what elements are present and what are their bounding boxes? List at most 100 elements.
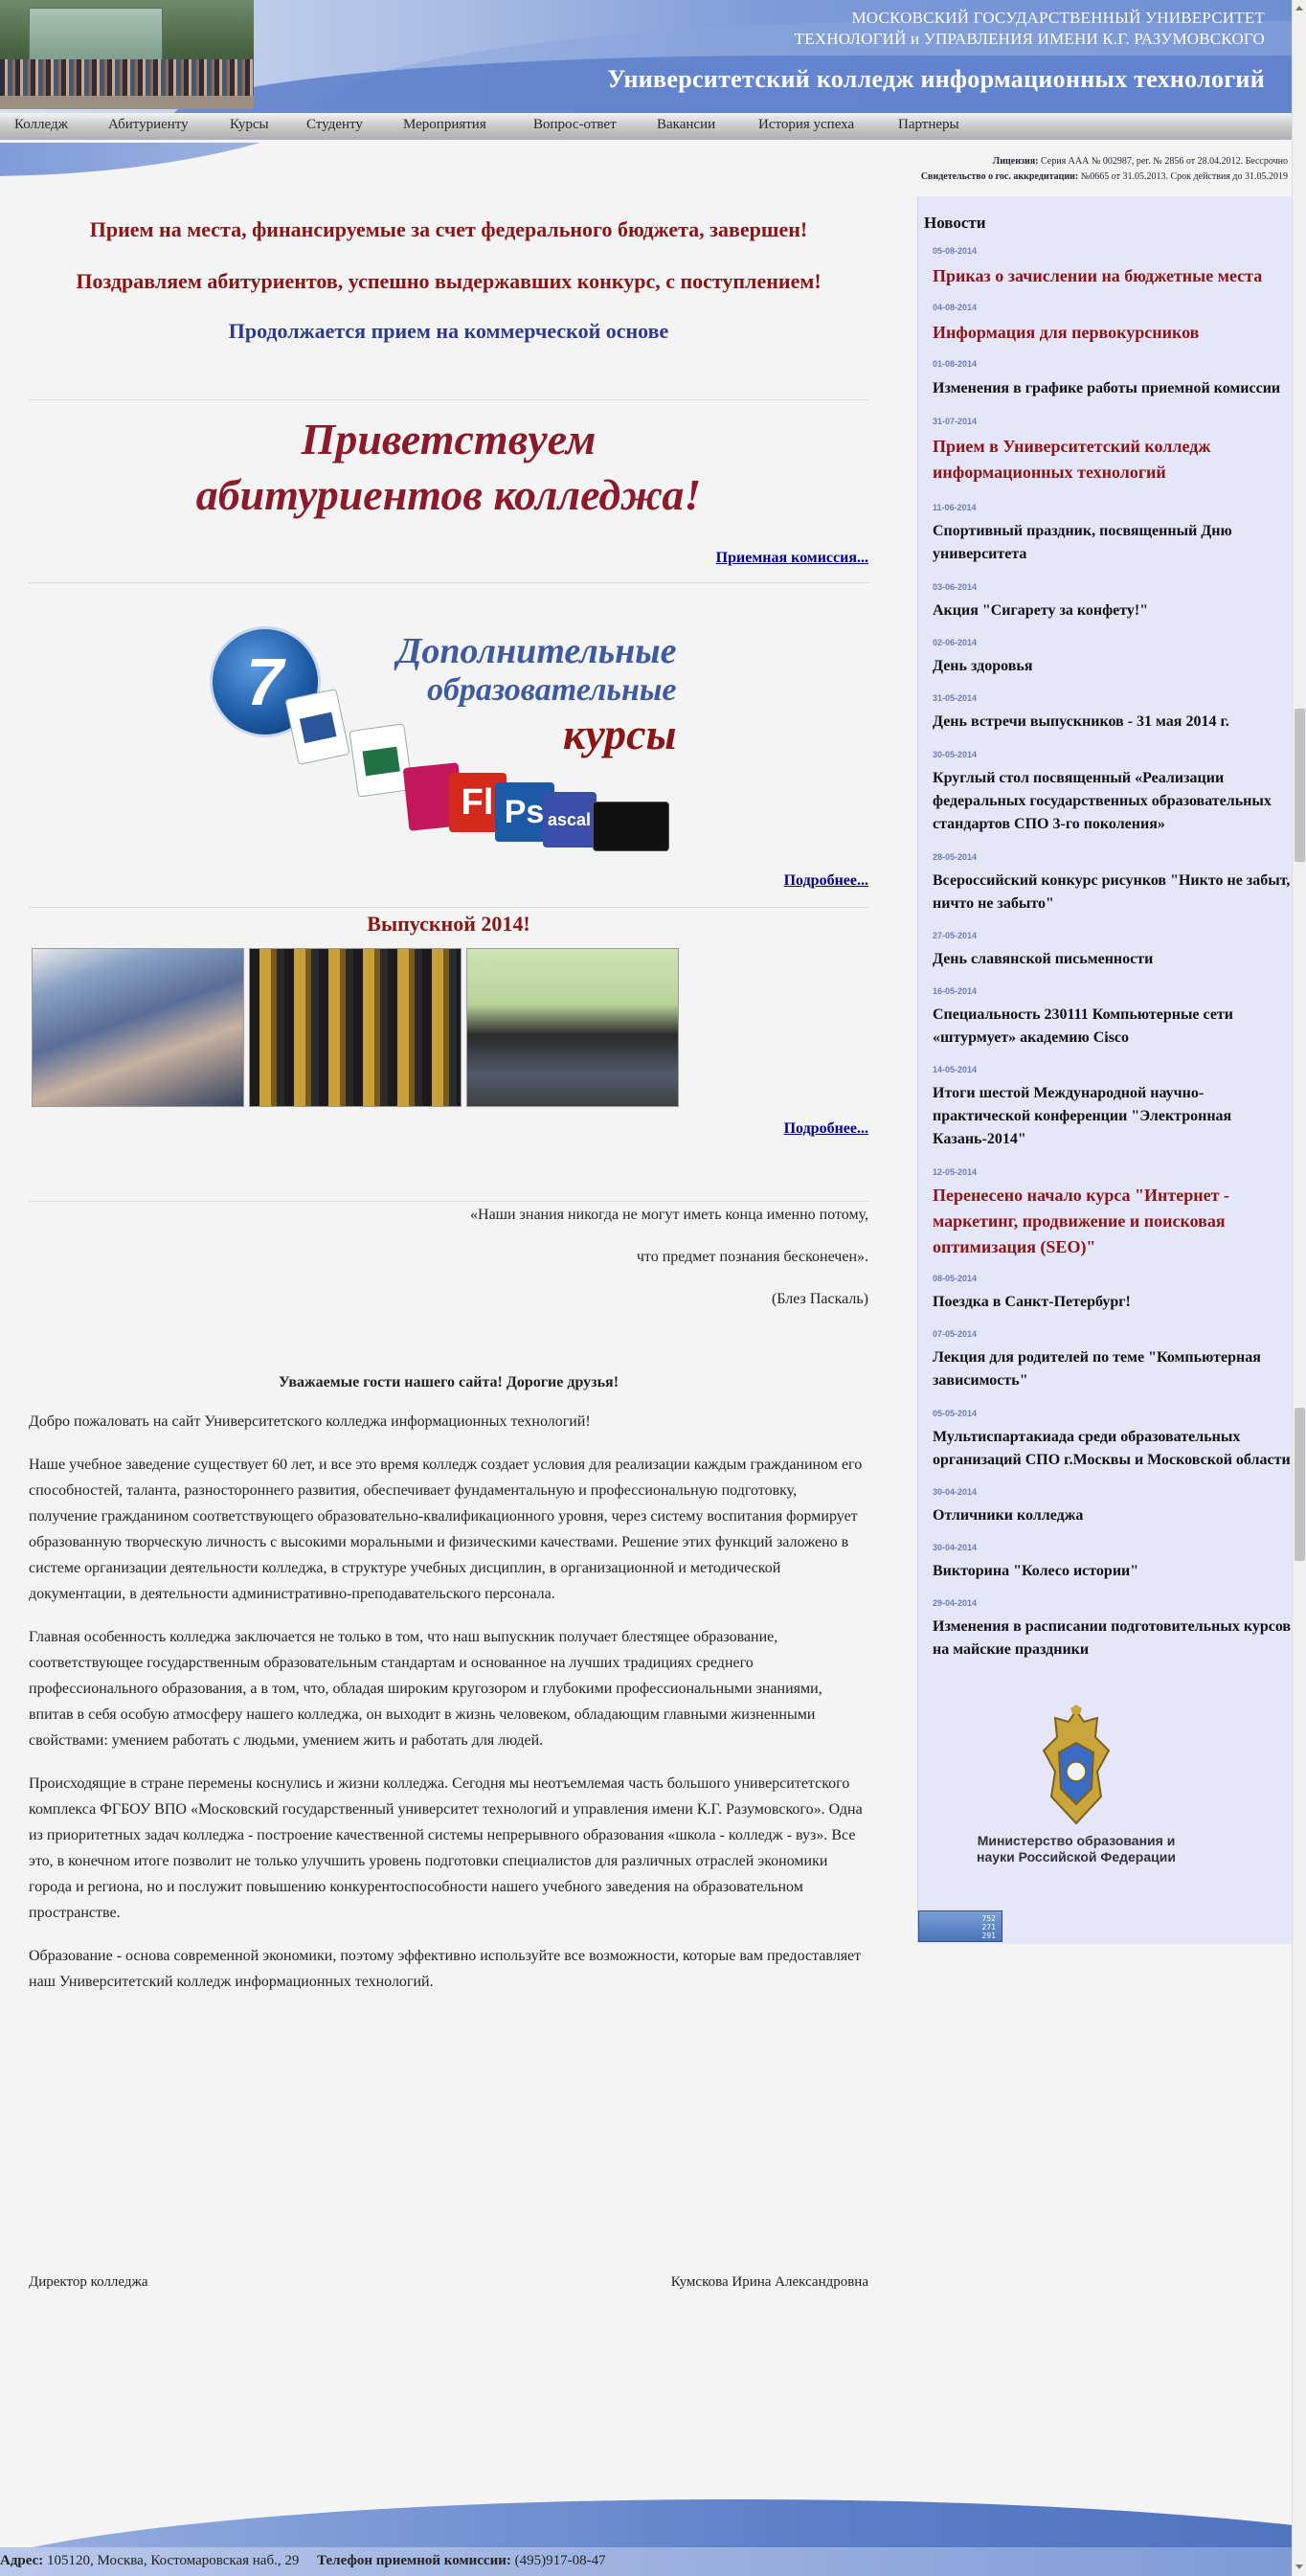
news-item[interactable]: Прием в Университетский колледж информац… [933, 434, 1293, 486]
news-date: 08-05-2014 [933, 1274, 978, 1283]
coat-of-arms-icon [1040, 1705, 1113, 1829]
graduation-photo[interactable] [249, 948, 462, 1107]
graduation-more-link[interactable]: Подробнее... [29, 1120, 868, 1138]
university-name-line2: ТЕХНОЛОГИЙ и УПРАВЛЕНИЯ ИМЕНИ К.Г. РАЗУМ… [794, 30, 1265, 48]
menu-item-students[interactable]: Студенту [306, 117, 363, 133]
coat-of-arms-icon [1042, 1705, 1111, 1825]
scroll-up-arrow[interactable] [1295, 6, 1303, 11]
counter-value: 271 [981, 1923, 996, 1932]
graduation-photo[interactable] [466, 948, 679, 1107]
divider [29, 907, 868, 908]
courses-banner[interactable]: 7 Дополнительные образовательные курсы F… [209, 621, 688, 861]
header-photo [0, 0, 254, 109]
welcome-heading: Уважаемые гости нашего сайта! Дорогие др… [278, 1374, 619, 1390]
visitor-counter[interactable]: 752 271 291 [918, 1910, 1002, 1942]
word-doc-icon [283, 689, 350, 765]
menu-item-college[interactable]: Колледж [14, 117, 68, 133]
footer-contacts: Адрес: 105120, Москва, Костомаровская на… [0, 2553, 606, 2569]
news-date: 11-06-2014 [933, 503, 977, 512]
divider [29, 399, 868, 400]
university-name-line1: МОСКОВСКИЙ ГОСУДАРСТВЕННЫЙ УНИВЕРСИТЕТ [851, 9, 1265, 27]
director-label: Директор колледжа [29, 2274, 148, 2290]
budget-admission-closed: Прием на места, финансируемые за счет фе… [89, 217, 808, 241]
scroll-thumb[interactable] [1295, 709, 1305, 862]
courses-banner-line2: образовательные [426, 672, 677, 708]
news-item[interactable]: Лекция для родителей по теме "Компьютерн… [933, 1346, 1293, 1392]
news-item[interactable]: Отличники колледжа [933, 1504, 1293, 1527]
congratulations: Поздравляем абитуриентов, успешно выдерж… [76, 269, 822, 293]
university-name: МОСКОВСКИЙ ГОСУДАРСТВЕННЫЙ УНИВЕРСИТЕТ Т… [795, 8, 1265, 50]
news-date: 07-05-2014 [933, 1329, 978, 1339]
news-item[interactable]: Викторина "Колесо истории" [933, 1560, 1293, 1583]
news-item[interactable]: Акция "Сигарету за конфету!" [933, 599, 1293, 622]
main-content: Прием на места, финансируемые за счет фе… [29, 196, 868, 2012]
menu-item-faq[interactable]: Вопрос-ответ [533, 117, 617, 133]
license-label: Лицензия: [992, 156, 1039, 167]
news-date: 02-06-2014 [933, 638, 978, 647]
ministry-banner[interactable]: Министерство образования и науки Российс… [957, 1705, 1196, 1865]
news-date: 27-05-2014 [933, 931, 978, 940]
news-item[interactable]: Приказ о зачислении на бюджетные места [933, 263, 1293, 289]
greeting-line2: абитуриентов колледжа! [195, 470, 702, 519]
scroll-thumb[interactable] [1295, 1408, 1305, 1561]
commercial-admission: Продолжается прием на коммерческой основ… [228, 319, 669, 343]
news-item[interactable]: Изменения в расписании подготовительных … [933, 1616, 1293, 1661]
menu-item-vacancies[interactable]: Вакансии [657, 117, 715, 133]
news-item[interactable]: Круглый стол посвященный «Реализации фед… [933, 767, 1293, 836]
admissions-link[interactable]: Приемная комиссия... [29, 550, 868, 567]
microsoft-office-icon [592, 802, 669, 851]
courses-more-link[interactable]: Подробнее... [29, 872, 868, 890]
news-date: 04-08-2014 [933, 303, 978, 312]
photo-building [29, 8, 163, 60]
license-info: Лицензия: Серия ААА № 002987, рег. № 285… [921, 154, 1288, 181]
news-item[interactable]: День славянской письменности [933, 948, 1293, 971]
news-date: 01-08-2014 [933, 359, 978, 369]
menu-item-events[interactable]: Мероприятия [403, 117, 486, 133]
news-item[interactable]: Поездка в Санкт-Петербург! [933, 1291, 1293, 1314]
news-item[interactable]: Мультиспартакиада среди образовательных … [933, 1426, 1293, 1472]
news-date: 05-05-2014 [933, 1409, 978, 1418]
news-item[interactable]: Информация для первокурсников [933, 320, 1293, 346]
greeting-line1: Приветствуем [301, 415, 597, 463]
ministry-text: Министерство образования и науки Российс… [977, 1833, 1176, 1864]
phone-label: Телефон приемной комиссии: [317, 2553, 511, 2568]
menu-item-applicants[interactable]: Абитуриенту [108, 117, 189, 133]
graduation-photo[interactable] [32, 948, 244, 1107]
news-item[interactable]: Изменения в графике работы приемной коми… [933, 377, 1293, 400]
welcome-paragraph: Наше учебное заведение существует 60 лет… [29, 1457, 863, 1602]
scroll-down-arrow[interactable] [1295, 2565, 1303, 2569]
counter-value: 291 [981, 1932, 996, 1940]
license-bar: Лицензия: Серия ААА № 002987, рег. № 285… [0, 143, 1292, 181]
college-name: Университетский колледж информационных т… [607, 65, 1265, 93]
menu-item-partners[interactable]: Партнеры [898, 117, 959, 133]
address-text: 105120, Москва, Костомаровская наб., 29 [47, 2553, 300, 2568]
subheader-decoration [0, 143, 383, 176]
greeting: Приветствуем абитуриентов колледжа! [29, 412, 868, 523]
news-item[interactable]: День здоровья [933, 655, 1293, 678]
counter-value: 752 [981, 1914, 996, 1923]
news-sidebar: Новости 05-08-2014 Приказ о зачислении н… [917, 196, 1292, 1944]
news-date: 05-08-2014 [933, 246, 978, 256]
director-name: Кумскова Ирина Александровна [670, 2274, 868, 2290]
courses-banner-line1: Дополнительные [396, 631, 677, 671]
news-item[interactable]: Итоги шестой Международной научно-практи… [933, 1082, 1293, 1151]
news-item[interactable]: День встречи выпускников - 31 мая 2014 г… [933, 711, 1293, 734]
quote-line2: что предмет познания бесконечен». [636, 1249, 868, 1265]
news-date: 16-05-2014 [933, 986, 978, 996]
excel-doc-icon [348, 723, 414, 798]
quote-author: (Блез Паскаль) [771, 1291, 868, 1307]
news-item[interactable]: Специальность 230111 Компьютерные сети «… [933, 1004, 1293, 1050]
news-item[interactable]: Спортивный праздник, посвященный Дню уни… [933, 520, 1293, 566]
page-scrollbar[interactable] [1292, 0, 1306, 2576]
graduation-gallery [29, 948, 868, 1107]
welcome-paragraph: Образование - основа современной экономи… [29, 1948, 862, 1990]
news-item[interactable]: Всероссийский конкурс рисунков "Никто не… [933, 870, 1293, 915]
welcome-paragraph: Главная особенность колледжа заключается… [29, 1629, 822, 1749]
welcome-text: Добро пожаловать на сайт Университетског… [29, 1409, 868, 1995]
news-date: 31-07-2014 [933, 417, 978, 426]
news-item[interactable]: Перенесено начало курса "Интернет - марк… [933, 1183, 1293, 1260]
news-date: 30-04-2014 [933, 1543, 978, 1552]
news-date: 30-05-2014 [933, 750, 978, 759]
menu-item-success-stories[interactable]: История успеха [758, 117, 854, 133]
menu-item-courses[interactable]: Курсы [230, 117, 269, 133]
